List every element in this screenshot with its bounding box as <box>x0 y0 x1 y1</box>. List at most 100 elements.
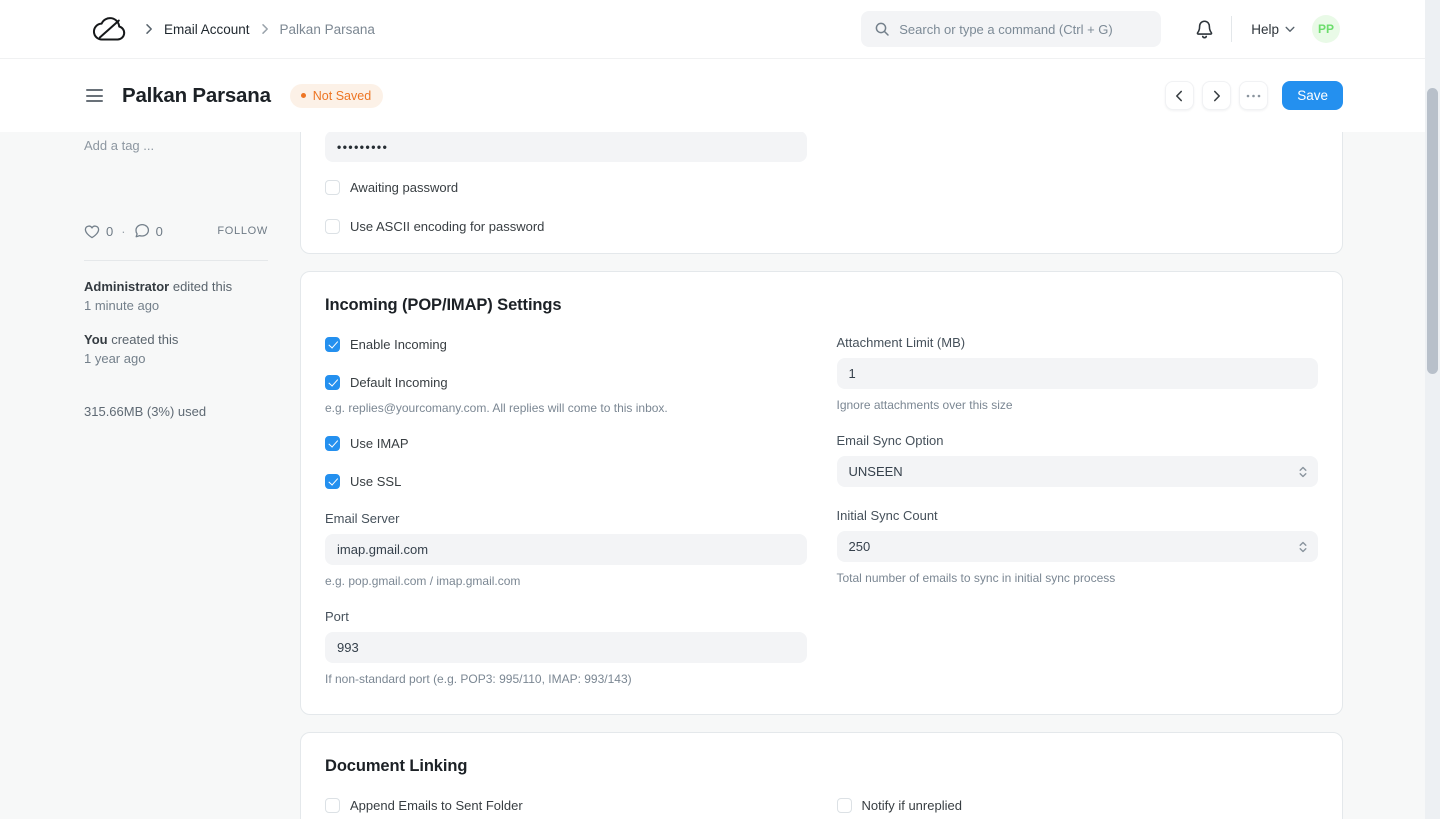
page-title: Palkan Parsana <box>122 84 271 108</box>
email-server-label: Email Server <box>325 512 807 525</box>
append-sent-label: Append Emails to Sent Folder <box>350 798 523 813</box>
cloud-logo-icon <box>92 16 129 43</box>
awaiting-password-checkbox[interactable] <box>325 180 340 195</box>
notifications-button[interactable] <box>1195 19 1214 40</box>
email-sync-option-select[interactable]: UNSEEN <box>837 456 1319 487</box>
heart-icon <box>84 224 100 239</box>
attachment-limit-label: Attachment Limit (MB) <box>837 336 1319 349</box>
page-header: Palkan Parsana Not Saved Save <box>0 59 1440 132</box>
awaiting-password-label: Awaiting password <box>350 180 458 195</box>
status-dot-icon <box>301 93 306 98</box>
edited-by-line: Administrator edited this <box>84 279 268 294</box>
help-label: Help <box>1251 22 1279 37</box>
comments-button[interactable]: 0 <box>134 223 163 239</box>
next-document-button[interactable] <box>1202 81 1231 110</box>
comment-bubble-icon <box>134 223 150 239</box>
page-scrollbar-thumb[interactable] <box>1427 88 1438 374</box>
notify-unreplied-checkbox[interactable] <box>837 798 852 813</box>
notify-unreplied-label: Notify if unreplied <box>862 798 962 813</box>
like-button[interactable]: 0 <box>84 224 113 239</box>
ascii-encoding-label: Use ASCII encoding for password <box>350 219 544 234</box>
ellipsis-icon <box>1246 94 1261 98</box>
use-ssl-row: Use SSL <box>325 473 807 489</box>
page-scrollbar-track[interactable] <box>1425 0 1440 819</box>
created-by-group: You created this 1 year ago <box>84 332 268 366</box>
enable-incoming-checkbox[interactable] <box>325 337 340 352</box>
navbar-divider <box>1231 16 1232 42</box>
password-field[interactable] <box>325 132 807 162</box>
breadcrumb: Email Account Palkan Parsana <box>145 22 375 37</box>
awaiting-password-row: Awaiting password <box>325 179 807 195</box>
status-badge: Not Saved <box>290 84 383 108</box>
email-sync-option-field-group: Email Sync Option UNSEEN <box>837 434 1319 487</box>
sidebar-toggle-icon[interactable] <box>84 87 105 104</box>
more-options-button[interactable] <box>1239 81 1268 110</box>
default-incoming-label: Default Incoming <box>350 375 448 390</box>
user-avatar[interactable]: PP <box>1312 15 1340 43</box>
incoming-settings-card: Incoming (POP/IMAP) Settings Enable Inco… <box>300 271 1343 715</box>
attachment-limit-input[interactable] <box>837 358 1319 389</box>
attachment-limit-field-group: Attachment Limit (MB) Ignore attachments… <box>837 336 1319 412</box>
ascii-encoding-checkbox[interactable] <box>325 219 340 234</box>
default-incoming-checkbox[interactable] <box>325 375 340 390</box>
use-imap-label: Use IMAP <box>350 436 409 451</box>
password-column: Awaiting password Use ASCII encoding for… <box>325 132 807 234</box>
use-imap-checkbox[interactable] <box>325 436 340 451</box>
enable-incoming-label: Enable Incoming <box>350 337 447 352</box>
chevron-right-icon <box>145 23 153 35</box>
initial-sync-count-select[interactable]: 250 <box>837 531 1319 562</box>
navbar-right: Search or type a command (Ctrl + G) Help… <box>861 11 1340 47</box>
created-by-line: You created this <box>84 332 268 347</box>
follow-button[interactable]: FOLLOW <box>217 225 268 237</box>
initial-sync-count-help: Total number of emails to sync in initia… <box>837 571 1319 585</box>
notify-unreplied-row: Notify if unreplied <box>837 797 1319 813</box>
dot-separator: · <box>121 224 125 239</box>
default-incoming-help: e.g. replies@yourcomany.com. All replies… <box>325 401 807 415</box>
incoming-settings-title: Incoming (POP/IMAP) Settings <box>325 296 1318 315</box>
chevron-right-icon <box>261 23 269 35</box>
navbar-left: Email Account Palkan Parsana <box>92 16 375 43</box>
app-logo[interactable] <box>92 16 129 43</box>
ascii-encoding-row: Use ASCII encoding for password <box>325 218 807 234</box>
initial-sync-count-label: Initial Sync Count <box>837 509 1319 522</box>
help-menu[interactable]: Help <box>1251 22 1295 37</box>
append-sent-checkbox[interactable] <box>325 798 340 813</box>
search-icon <box>874 21 890 37</box>
chevron-up-down-icon <box>1297 540 1309 554</box>
port-label: Port <box>325 610 807 623</box>
chevron-up-down-icon <box>1297 465 1309 479</box>
document-linking-title: Document Linking <box>325 757 1318 776</box>
search-placeholder: Search or type a command (Ctrl + G) <box>899 22 1113 37</box>
document-linking-card: Document Linking Append Emails to Sent F… <box>300 732 1343 819</box>
append-sent-row: Append Emails to Sent Folder <box>325 797 807 813</box>
port-input[interactable] <box>325 632 807 663</box>
use-ssl-checkbox[interactable] <box>325 474 340 489</box>
initial-sync-count-field-group: Initial Sync Count 250 Total number of e… <box>837 509 1319 585</box>
bell-icon <box>1195 19 1214 40</box>
storage-usage: 315.66MB (3%) used <box>84 404 268 419</box>
form-area: Awaiting password Use ASCII encoding for… <box>300 132 1343 819</box>
enable-incoming-row: Enable Incoming <box>325 336 807 352</box>
document-sidebar: Add a tag ... 0 · 0 FOLLOW Administrator… <box>84 132 268 819</box>
created-time: 1 year ago <box>84 351 268 366</box>
default-incoming-row: Default Incoming <box>325 374 807 390</box>
port-field-group: Port If non-standard port (e.g. POP3: 99… <box>325 610 807 686</box>
save-button[interactable]: Save <box>1282 81 1343 110</box>
attachment-limit-help: Ignore attachments over this size <box>837 398 1319 412</box>
comment-count: 0 <box>156 224 163 239</box>
search-input[interactable]: Search or type a command (Ctrl + G) <box>861 11 1161 47</box>
use-imap-row: Use IMAP <box>325 435 807 451</box>
incoming-left-column: Enable Incoming Default Incoming e.g. re… <box>325 336 807 686</box>
sidebar-divider <box>84 260 268 261</box>
email-server-input[interactable] <box>325 534 807 565</box>
incoming-right-column: Attachment Limit (MB) Ignore attachments… <box>837 336 1319 585</box>
previous-document-button[interactable] <box>1165 81 1194 110</box>
social-row: 0 · 0 FOLLOW <box>84 223 268 239</box>
breadcrumb-email-account[interactable]: Email Account <box>164 22 250 37</box>
use-ssl-label: Use SSL <box>350 474 401 489</box>
content-area: Add a tag ... 0 · 0 FOLLOW Administrator… <box>0 132 1440 819</box>
like-count: 0 <box>106 224 113 239</box>
edited-time: 1 minute ago <box>84 298 268 313</box>
add-tag-input[interactable]: Add a tag ... <box>84 138 268 153</box>
email-server-field-group: Email Server e.g. pop.gmail.com / imap.g… <box>325 512 807 588</box>
